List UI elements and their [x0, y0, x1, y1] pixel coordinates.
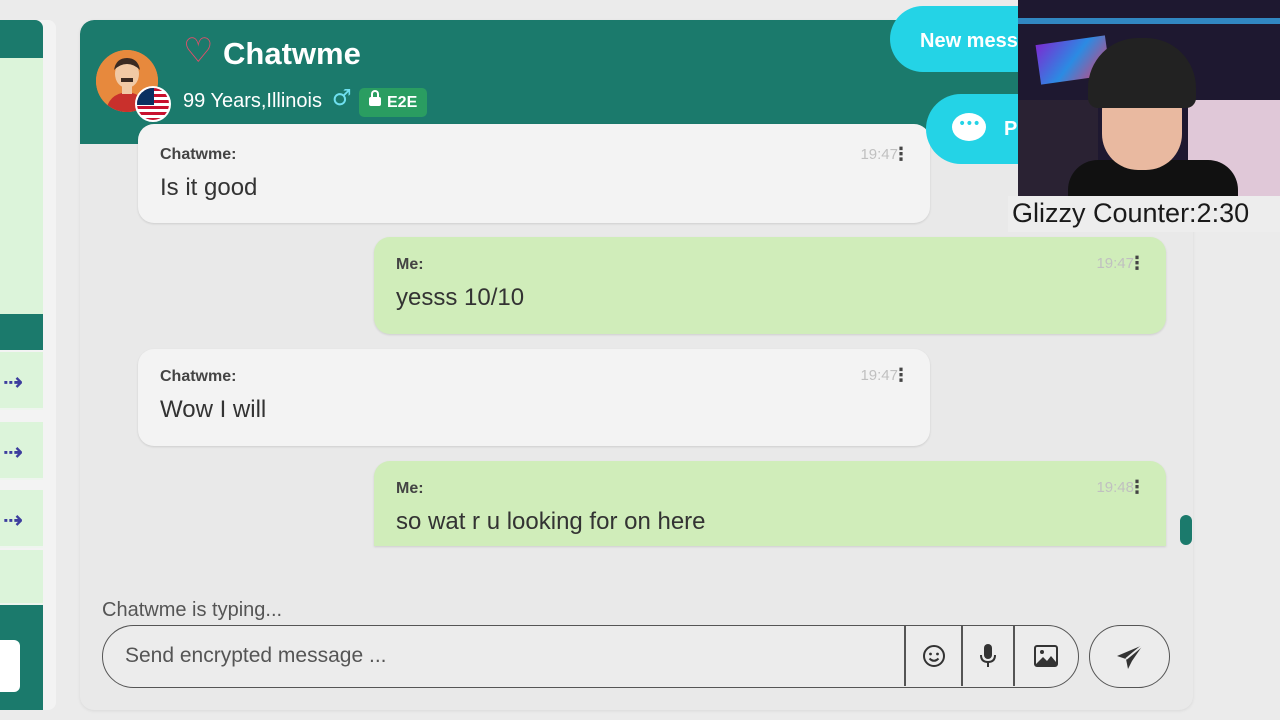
message-bubble: Me: yesss 10/10 19:47 ⋮: [374, 237, 1166, 334]
more-options-icon[interactable]: ⋮: [892, 144, 910, 165]
male-icon: ♂: [332, 86, 352, 111]
message-text: so wat r u looking for on here: [396, 508, 706, 535]
sidebar-item[interactable]: ⇢: [0, 490, 43, 548]
scrollbar[interactable]: [1180, 515, 1192, 545]
message-sender: Chatwme:: [160, 368, 237, 385]
e2e-badge-label: E2E: [387, 94, 418, 111]
chat-button-label: P: [1004, 118, 1018, 140]
message-bubble: Chatwme: Is it good 19:47 ⋮: [138, 124, 930, 223]
sidebar-header: [0, 20, 43, 58]
message-input[interactable]: [125, 626, 895, 686]
message-text: Is it good: [160, 174, 258, 201]
lock-icon: [369, 90, 381, 106]
webcam-light: [1018, 18, 1280, 24]
message-text: yesss 10/10: [396, 284, 525, 311]
more-options-icon[interactable]: ⋮: [1128, 253, 1146, 274]
image-button[interactable]: [1015, 626, 1077, 686]
voice-button[interactable]: [963, 626, 1013, 686]
microphone-icon: [980, 644, 996, 667]
arrow-right-icon: ⇢: [2, 506, 23, 534]
sidebar-item[interactable]: ⇢: [0, 352, 43, 410]
webcam-overlay: [1018, 0, 1280, 196]
us-flag-icon: [135, 86, 171, 122]
message-text: Wow I will: [160, 396, 267, 423]
sidebar-item: [0, 550, 43, 605]
user-info: 99 Years,Illinois: [183, 90, 322, 112]
emoji-icon: [923, 645, 945, 667]
e2e-badge: E2E: [359, 88, 428, 117]
chat-bubble-icon: [952, 113, 986, 141]
message-bubble: Chatwme: Wow I will 19:47 ⋮: [138, 349, 930, 446]
message-sender: Me:: [396, 256, 424, 273]
sidebar-section-bar: [0, 314, 43, 350]
message-sender: Me:: [396, 480, 424, 497]
send-button[interactable]: [1089, 625, 1170, 688]
sidebar-item[interactable]: ⇢: [0, 422, 43, 480]
more-options-icon[interactable]: ⋮: [892, 365, 910, 386]
image-icon: [1034, 645, 1058, 667]
more-options-icon[interactable]: ⋮: [1128, 477, 1146, 498]
arrow-right-icon: ⇢: [2, 438, 23, 466]
sidebar: ⇢ ⇢ ⇢: [0, 20, 56, 710]
arrow-right-icon: ⇢: [2, 368, 23, 396]
typing-indicator: Chatwme is typing...: [102, 599, 283, 621]
glizzy-counter: Glizzy Counter:2:30: [1012, 198, 1250, 228]
message-bubble: Me: so wat r u looking for on here 19:48…: [374, 461, 1166, 546]
send-icon: [1116, 643, 1144, 669]
message-sender: Chatwme:: [160, 146, 237, 163]
sidebar-panel: [0, 58, 43, 316]
heart-icon[interactable]: ♡: [183, 34, 213, 68]
emoji-button[interactable]: [906, 626, 962, 686]
page-title: Chatwme: [223, 36, 361, 71]
composer: [102, 625, 1079, 688]
sidebar-input[interactable]: [0, 640, 20, 692]
